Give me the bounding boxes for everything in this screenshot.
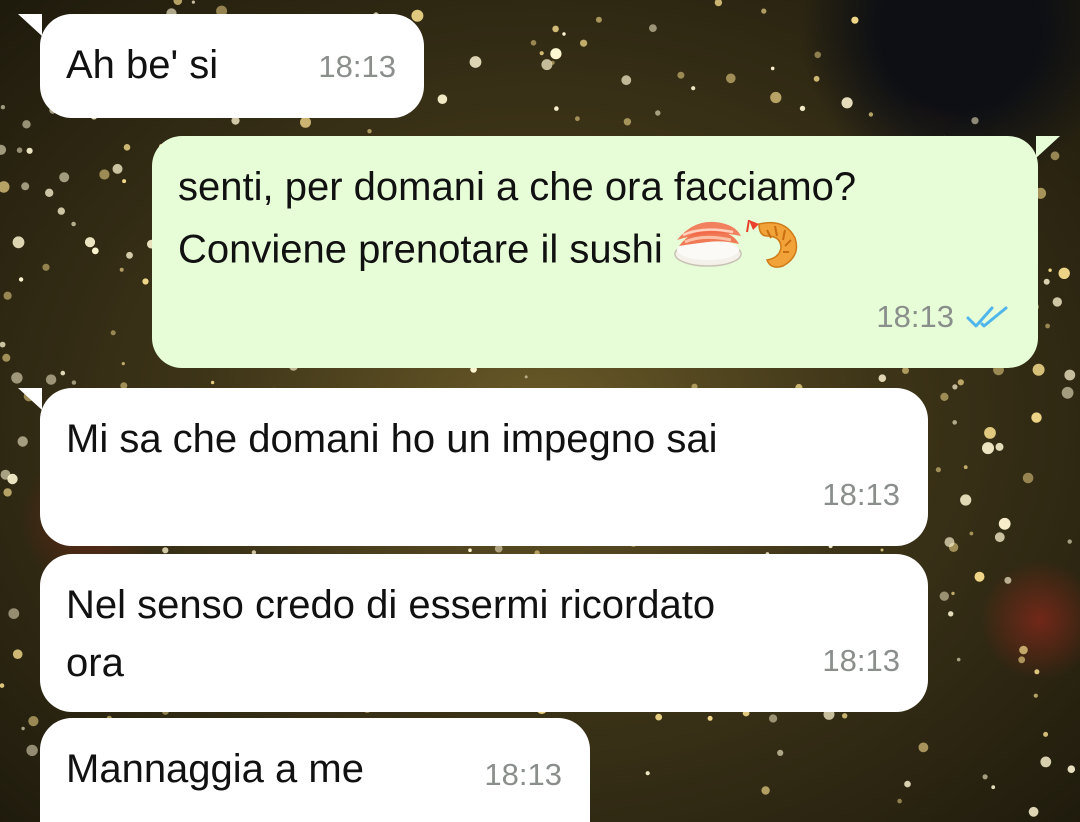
message-bubble-incoming[interactable]: Nel senso credo di essermi ricordato ora… bbox=[40, 554, 928, 712]
message-meta: 18:13 bbox=[822, 466, 900, 524]
message-text: Nel senso credo di essermi ricordato ora bbox=[66, 583, 716, 685]
sushi-icon bbox=[673, 218, 743, 286]
double-check-icon bbox=[966, 306, 1008, 328]
message-bubble-incoming[interactable]: Ah be' si 18:13 bbox=[18, 14, 424, 118]
message-time: 18:13 bbox=[822, 643, 900, 678]
message-time: 18:13 bbox=[484, 757, 562, 792]
message-text: Mi sa che domani ho un impegno sai bbox=[66, 417, 718, 461]
message-time: 18:13 bbox=[876, 299, 954, 334]
message-meta: 18:13 bbox=[484, 746, 562, 804]
message-time: 18:13 bbox=[318, 49, 396, 84]
message-bubble-outgoing[interactable]: senti, per domani a che ora facciamo? Co… bbox=[152, 136, 1060, 368]
message-time: 18:13 bbox=[822, 477, 900, 512]
message-bubble-incoming[interactable]: Mannaggia a me 18:13 bbox=[40, 718, 590, 822]
message-meta: 18:13 bbox=[822, 632, 900, 690]
bubble-tail bbox=[18, 388, 42, 410]
bubble-tail bbox=[1036, 136, 1060, 158]
message-meta: 18:13 bbox=[318, 38, 396, 96]
message-text: senti, per domani a che ora facciamo? Co… bbox=[178, 158, 1010, 288]
message-bubble-incoming[interactable]: Mi sa che domani ho un impegno sai 18:13 bbox=[18, 388, 928, 546]
message-meta: 18:13 bbox=[876, 288, 1010, 346]
bubble-tail bbox=[18, 14, 42, 36]
fried-shrimp-icon bbox=[745, 216, 801, 288]
